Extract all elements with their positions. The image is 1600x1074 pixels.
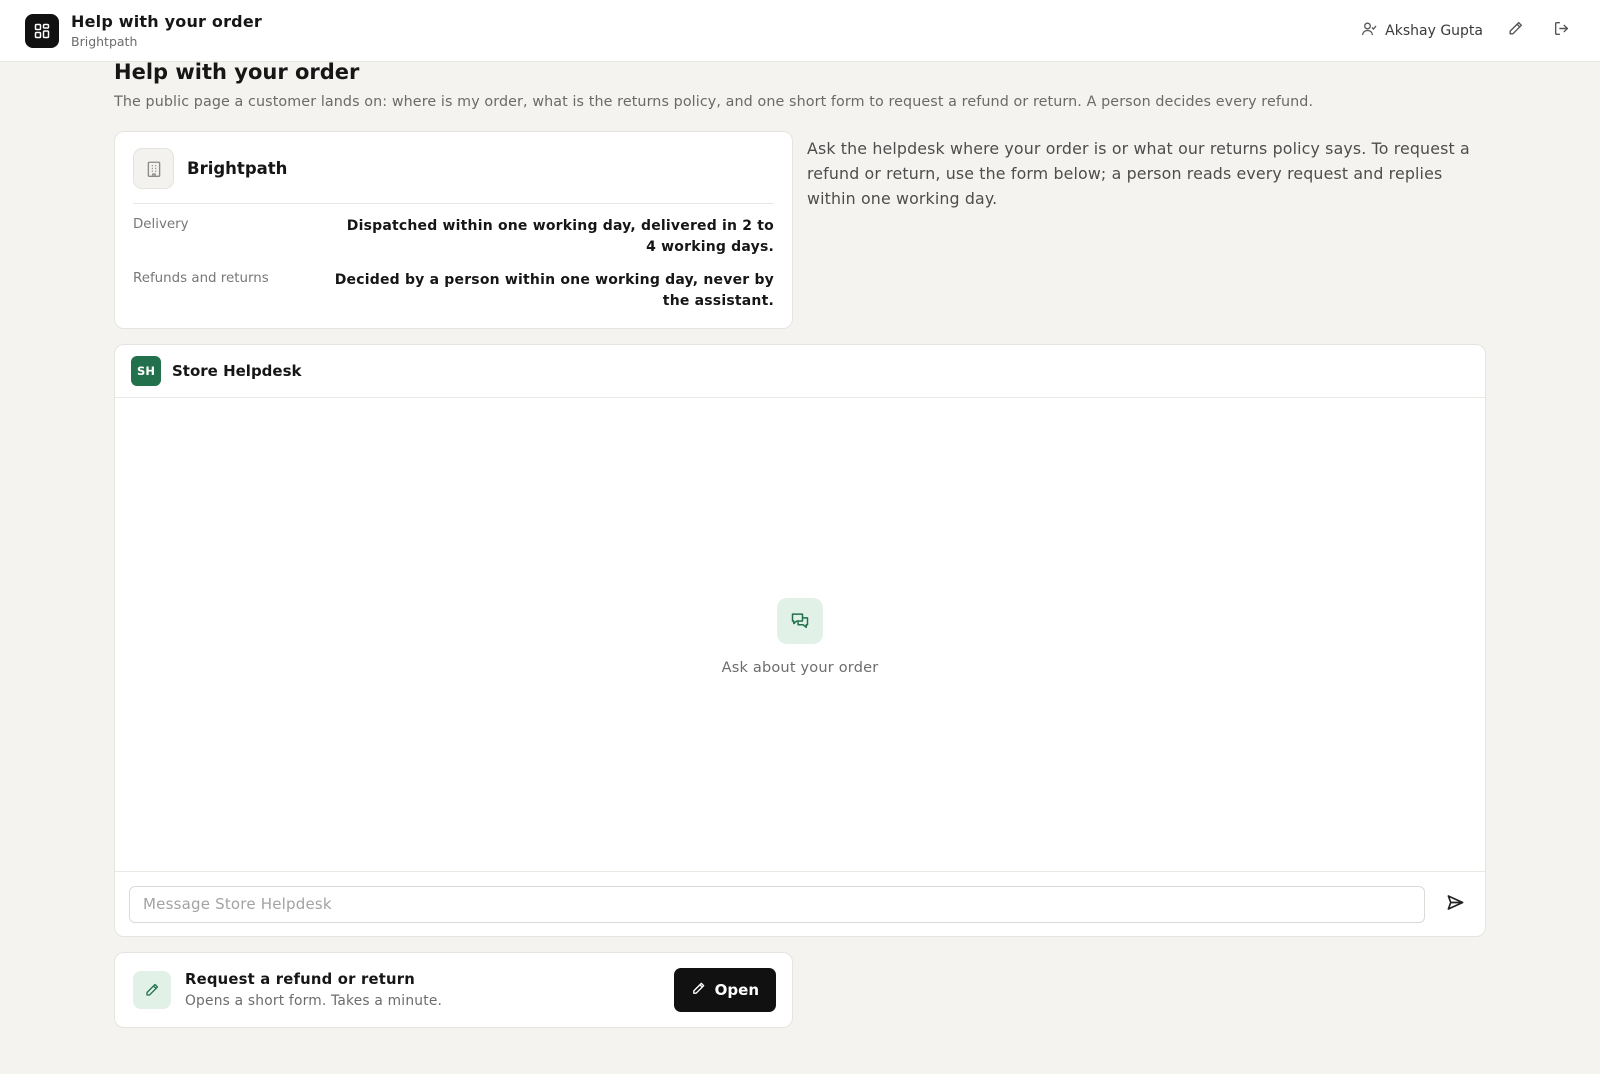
app-subtitle: Brightpath [71,34,138,49]
avatar: SH [131,356,161,386]
pencil-icon [691,981,706,1000]
message-input[interactable] [129,885,1425,923]
building-icon [133,148,174,189]
send-button[interactable] [1441,890,1469,918]
user-icon [1361,21,1377,41]
empty-state-text: Ask about your order [721,660,879,676]
refund-title: Request a refund or return [185,971,415,988]
top-right-actions: Akshay Gupta [1361,17,1575,45]
user-menu-button[interactable]: Akshay Gupta [1361,21,1483,41]
empty-state: Ask about your order [115,598,1485,676]
page-description: The public page a customer lands on: whe… [114,94,1314,110]
store-info-card: Brightpath Delivery Dispatched within on… [114,131,793,329]
refund-texts: Request a refund or return Opens a short… [185,971,442,1009]
open-refund-form-button[interactable]: Open [673,968,776,1012]
send-icon [1446,893,1465,916]
chat-panel: SH Store Helpdesk Ask about your order [114,344,1486,937]
info-value: Dispatched within one working day, deliv… [346,218,774,255]
store-name: Brightpath [187,159,288,178]
logout-icon [1553,20,1570,41]
info-label: Delivery [133,217,189,232]
user-name: Akshay Gupta [1385,22,1483,39]
refund-subtitle: Opens a short form. Takes a minute. [185,993,443,1009]
app-title: Help with your order [71,12,262,31]
pencil-icon [133,971,171,1009]
dashboard-grid-icon[interactable] [25,13,59,48]
message-list[interactable]: Ask about your order [115,398,1485,873]
info-row-refunds: Refunds and returns Decided by a person … [133,270,774,311]
edit-button[interactable] [1501,17,1529,45]
page-title: Help with your order [114,60,360,84]
helpdesk-note: Ask the helpdesk where your order is or … [807,139,1470,208]
info-row-delivery: Delivery Dispatched within one working d… [133,216,774,257]
pencil-icon [1507,20,1524,41]
open-button-label: Open [714,981,759,999]
app-titles: Help with your order Brightpath [71,12,262,49]
chat-name: Store Helpdesk [172,362,302,380]
chat-header: SH Store Helpdesk [115,345,1485,398]
refund-request-card: Request a refund or return Opens a short… [114,952,793,1028]
info-label: Refunds and returns [133,271,269,286]
chat-bubbles-icon [777,598,823,644]
info-value: Decided by a person within one working d… [334,272,774,309]
top-bar: Help with your order Brightpath Akshay G… [0,0,1600,62]
logout-button[interactable] [1547,17,1575,45]
store-header: Brightpath [133,148,774,204]
message-composer [115,871,1485,936]
